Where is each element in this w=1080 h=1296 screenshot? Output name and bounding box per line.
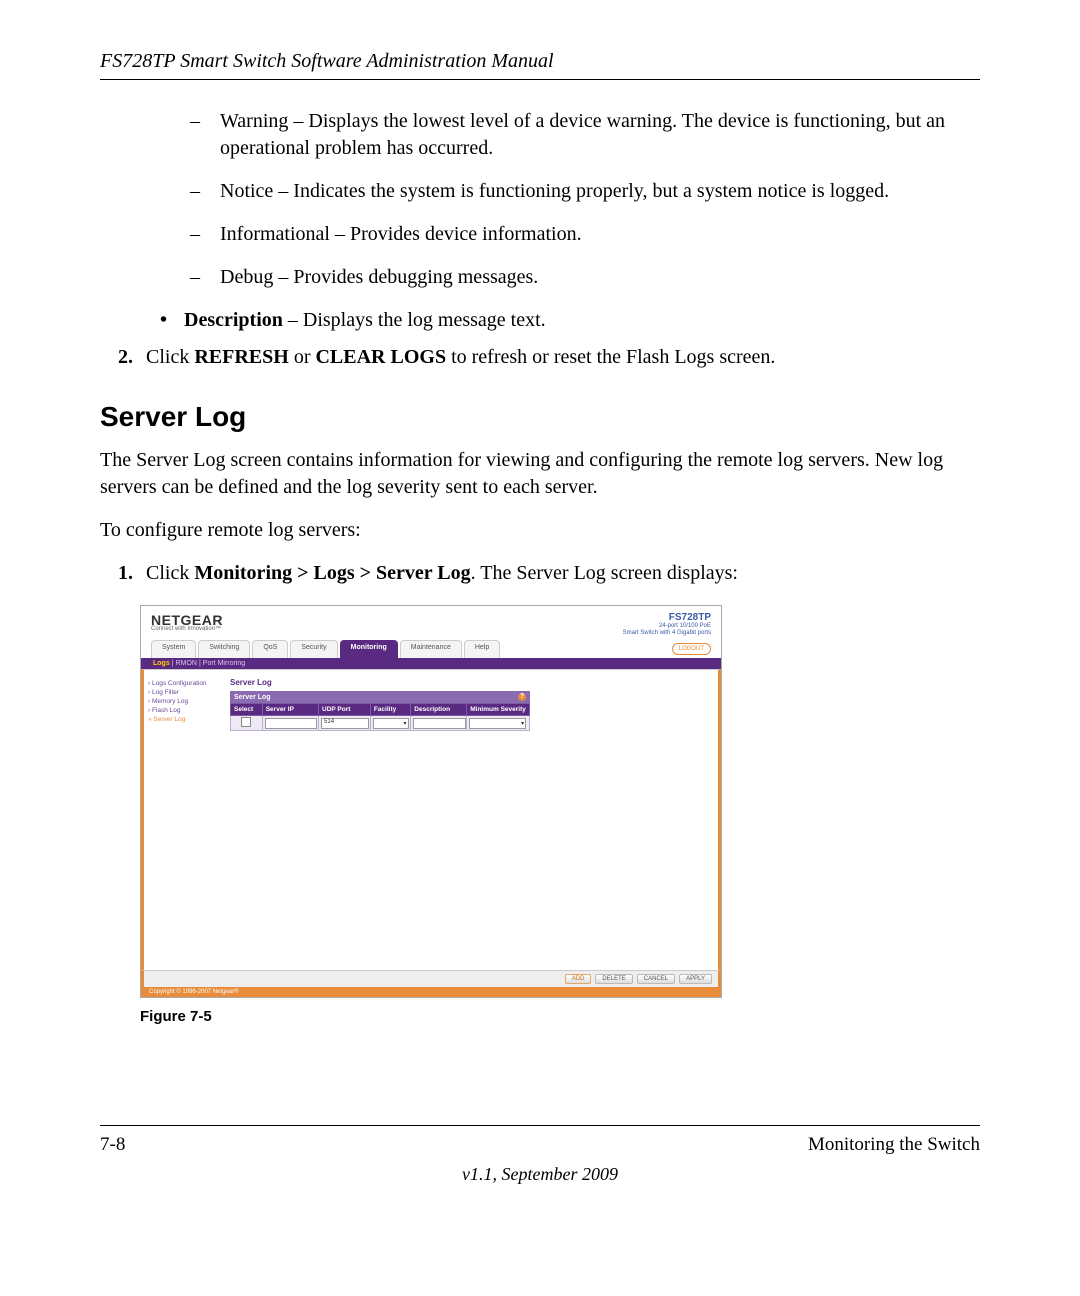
- sidebar-item-memory-log[interactable]: › Memory Log: [148, 698, 220, 705]
- sub-tabs: Logs | RMON | Port Mirroring: [141, 658, 721, 669]
- brand-tagline: Connect with Innovation™: [151, 626, 223, 632]
- add-button[interactable]: ADD: [565, 974, 592, 984]
- main-tabs: System Switching QoS Security Monitoring…: [141, 640, 721, 658]
- col-min-severity: Minimum Severity: [467, 704, 530, 716]
- col-facility: Facility: [370, 704, 410, 716]
- step-number: 1.: [118, 560, 146, 587]
- screenshot-footer: Copyright © 1996-2007 Netgear®: [141, 987, 721, 997]
- bullet-text: Description – Displays the log message t…: [184, 307, 546, 334]
- chapter-title: Monitoring the Switch: [808, 1134, 980, 1156]
- dash-icon: –: [190, 221, 220, 248]
- tab-help[interactable]: Help: [464, 640, 500, 658]
- tab-security[interactable]: Security: [290, 640, 337, 658]
- section-heading: Server Log: [100, 401, 980, 433]
- facility-select[interactable]: [373, 718, 409, 729]
- sidebar-item-log-filter[interactable]: › Log Filter: [148, 689, 220, 696]
- screenshot-server-log: NETGEAR Connect with Innovation™ FS728TP…: [140, 605, 722, 998]
- dash-list: –Warning – Displays the lowest level of …: [190, 108, 980, 291]
- main-panel: Server Log Server Log ? Select Server IP…: [224, 670, 718, 970]
- tab-system[interactable]: System: [151, 640, 196, 658]
- subtab-port-mirroring[interactable]: Port Mirroring: [203, 660, 245, 667]
- row-checkbox[interactable]: [241, 717, 251, 727]
- server-ip-input[interactable]: [265, 718, 318, 729]
- tab-qos[interactable]: QoS: [252, 640, 288, 658]
- udp-port-input[interactable]: 514: [321, 718, 369, 729]
- step-text: Click Monitoring > Logs > Server Log. Th…: [146, 560, 738, 587]
- model-info: FS728TP 24-port 10/100 PoE Smart Switch …: [623, 612, 711, 636]
- numbered-step: 2. Click REFRESH or CLEAR LOGS to refres…: [118, 344, 980, 371]
- sidebar-item-logs-config[interactable]: › Logs Configuration: [148, 680, 220, 687]
- dash-icon: –: [190, 108, 220, 162]
- col-description: Description: [411, 704, 467, 716]
- sidebar-nav: › Logs Configuration › Log Filter › Memo…: [144, 670, 224, 970]
- paragraph: The Server Log screen contains informati…: [100, 447, 980, 501]
- page-number: 7-8: [100, 1134, 125, 1156]
- page-footer: 7-8 Monitoring the Switch: [100, 1125, 980, 1156]
- subtab-rmon[interactable]: RMON: [176, 660, 197, 667]
- sidebar-item-server-log[interactable]: » Server Log: [148, 716, 220, 723]
- col-select: Select: [231, 704, 263, 716]
- help-icon[interactable]: ?: [518, 693, 526, 701]
- delete-button[interactable]: DELETE: [595, 974, 632, 984]
- dash-icon: –: [190, 264, 220, 291]
- tab-maintenance[interactable]: Maintenance: [400, 640, 462, 658]
- dash-icon: –: [190, 178, 220, 205]
- subtab-logs[interactable]: Logs: [153, 660, 170, 667]
- col-udp-port: UDP Port: [319, 704, 371, 716]
- server-log-table: Select Server IP UDP Port Facility Descr…: [230, 703, 530, 731]
- figure: NETGEAR Connect with Innovation™ FS728TP…: [140, 605, 980, 1025]
- bullet-icon: •: [160, 307, 184, 334]
- step-text: Click REFRESH or CLEAR LOGS to refresh o…: [146, 344, 775, 371]
- description-input[interactable]: [413, 718, 465, 729]
- cancel-button[interactable]: CANCEL: [637, 974, 675, 984]
- dash-text: Informational – Provides device informat…: [220, 221, 582, 248]
- apply-button[interactable]: APPLY: [679, 974, 712, 984]
- paragraph: To configure remote log servers:: [100, 517, 980, 544]
- sidebar-item-flash-log[interactable]: › Flash Log: [148, 707, 220, 714]
- running-header: FS728TP Smart Switch Software Administra…: [100, 50, 980, 80]
- panel-header-bar: Server Log ?: [230, 691, 530, 703]
- tab-switching[interactable]: Switching: [198, 640, 250, 658]
- figure-caption: Figure 7-5: [140, 1008, 980, 1025]
- col-server-ip: Server IP: [262, 704, 318, 716]
- bullet-list: • Description – Displays the log message…: [160, 307, 980, 334]
- tab-monitoring[interactable]: Monitoring: [340, 640, 398, 658]
- min-severity-select[interactable]: [469, 718, 526, 729]
- version-line: v1.1, September 2009: [100, 1164, 980, 1185]
- dash-text: Notice – Indicates the system is functio…: [220, 178, 889, 205]
- table-row: 514: [231, 716, 530, 731]
- action-bar: ADD DELETE CANCEL APPLY: [141, 970, 721, 987]
- dash-text: Warning – Displays the lowest level of a…: [220, 108, 980, 162]
- panel-title: Server Log: [230, 678, 712, 687]
- step-number: 2.: [118, 344, 146, 371]
- dash-text: Debug – Provides debugging messages.: [220, 264, 538, 291]
- logout-button[interactable]: LOGOUT: [672, 643, 711, 655]
- numbered-step: 1. Click Monitoring > Logs > Server Log.…: [118, 560, 980, 587]
